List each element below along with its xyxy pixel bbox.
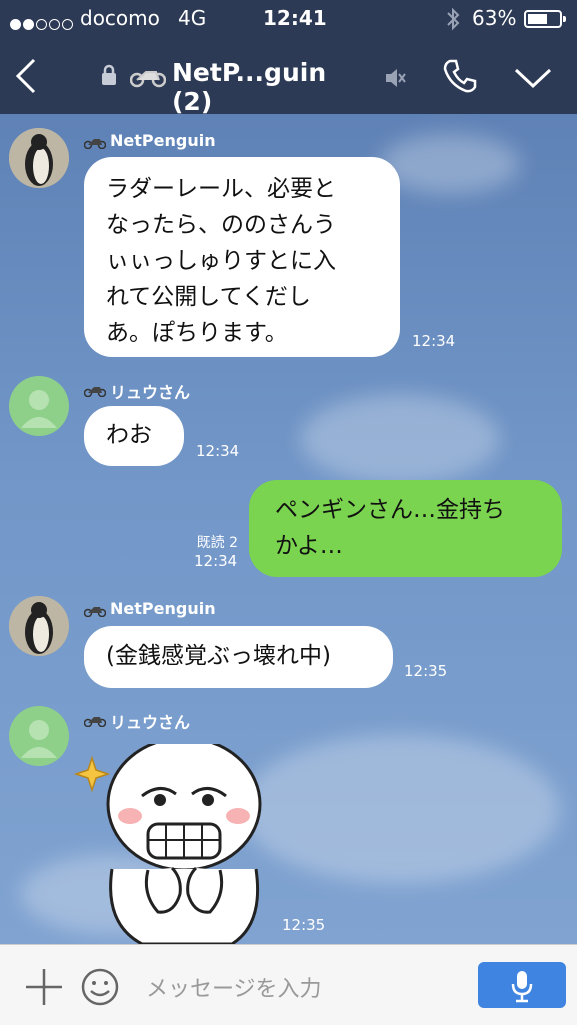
smiley-icon[interactable] xyxy=(80,967,120,1007)
signal-strength-icon xyxy=(10,11,75,35)
message-line: (金銭感覚ぶっ壊れ中) xyxy=(106,643,331,669)
sender-name: リュウさん xyxy=(110,713,191,732)
bluetooth-icon xyxy=(447,7,460,31)
speaker-mute-icon xyxy=(386,69,406,87)
message-line: あ。ぽちります。 xyxy=(106,320,288,346)
default-avatar-icon xyxy=(21,720,57,758)
default-avatar-icon xyxy=(21,390,57,428)
chevron-down-icon[interactable] xyxy=(513,66,553,90)
top-bar: docomo 4G 12:41 63% NetP...guin (2) xyxy=(0,0,577,116)
avatar-netpenguin[interactable] xyxy=(9,596,69,656)
carrier-label: docomo xyxy=(80,6,160,30)
sender-name: NetPenguin xyxy=(110,131,216,150)
plus-icon[interactable] xyxy=(24,967,64,1007)
message-line: ペンギンさん…金持ち xyxy=(275,497,505,523)
avatar-ryu[interactable] xyxy=(9,706,69,766)
clock: 12:41 xyxy=(263,6,327,30)
sender-name: NetPenguin xyxy=(110,599,216,618)
motorcycle-icon xyxy=(130,71,166,88)
lock-icon xyxy=(102,64,116,85)
message-bubble-mine[interactable]: ペンギンさん…金持ち かよ… xyxy=(249,480,562,577)
sender-name: リュウさん xyxy=(110,383,191,402)
grinning-face-sticker[interactable] xyxy=(72,744,272,944)
chat-title[interactable]: NetP...guin (2) xyxy=(172,58,372,116)
message-line: れて公開してくだし xyxy=(106,284,311,310)
chat-area[interactable]: NetPenguin ラダーレール、必要と なったら、ののさんう ぃぃっしゅりす… xyxy=(0,114,577,944)
penguin-photo xyxy=(9,596,69,656)
message-line: ラダーレール、必要と xyxy=(106,176,336,202)
motorcycle-icon xyxy=(84,387,106,397)
message-line: ぃぃっしゅりすとに入 xyxy=(106,248,336,274)
message-time: 12:34 xyxy=(196,442,240,460)
avatar-ryu[interactable] xyxy=(9,376,69,436)
message-bubble[interactable]: ラダーレール、必要と なったら、ののさんう ぃぃっしゅりすとに入 れて公開してく… xyxy=(84,157,400,357)
battery-percent: 63% xyxy=(472,6,517,30)
message-input[interactable]: メッセージを入力 xyxy=(146,971,322,1003)
motorcycle-icon xyxy=(84,607,106,617)
back-chevron-icon[interactable] xyxy=(14,58,38,94)
motorcycle-icon xyxy=(84,717,106,727)
message-bubble[interactable]: わお xyxy=(84,406,184,466)
penguin-photo xyxy=(9,128,69,188)
message-line: なったら、ののさんう xyxy=(106,212,336,238)
message-time: 12:35 xyxy=(404,662,448,680)
network-label: 4G xyxy=(178,6,207,30)
message-line: かよ… xyxy=(275,533,343,559)
read-receipt: 既読 2 xyxy=(196,535,238,551)
message-line: わお xyxy=(106,422,152,448)
microphone-button[interactable] xyxy=(478,962,566,1008)
battery-icon xyxy=(524,10,566,28)
message-time: 12:35 xyxy=(282,916,326,934)
microphone-icon xyxy=(511,971,533,1003)
message-time: 12:34 xyxy=(194,552,238,570)
message-bubble[interactable]: (金銭感覚ぶっ壊れ中) xyxy=(84,626,393,688)
phone-icon[interactable] xyxy=(442,58,478,94)
message-time: 12:34 xyxy=(412,332,456,350)
motorcycle-icon xyxy=(84,139,106,149)
input-bar: メッセージを入力 xyxy=(0,944,577,1025)
avatar-netpenguin[interactable] xyxy=(9,128,69,188)
